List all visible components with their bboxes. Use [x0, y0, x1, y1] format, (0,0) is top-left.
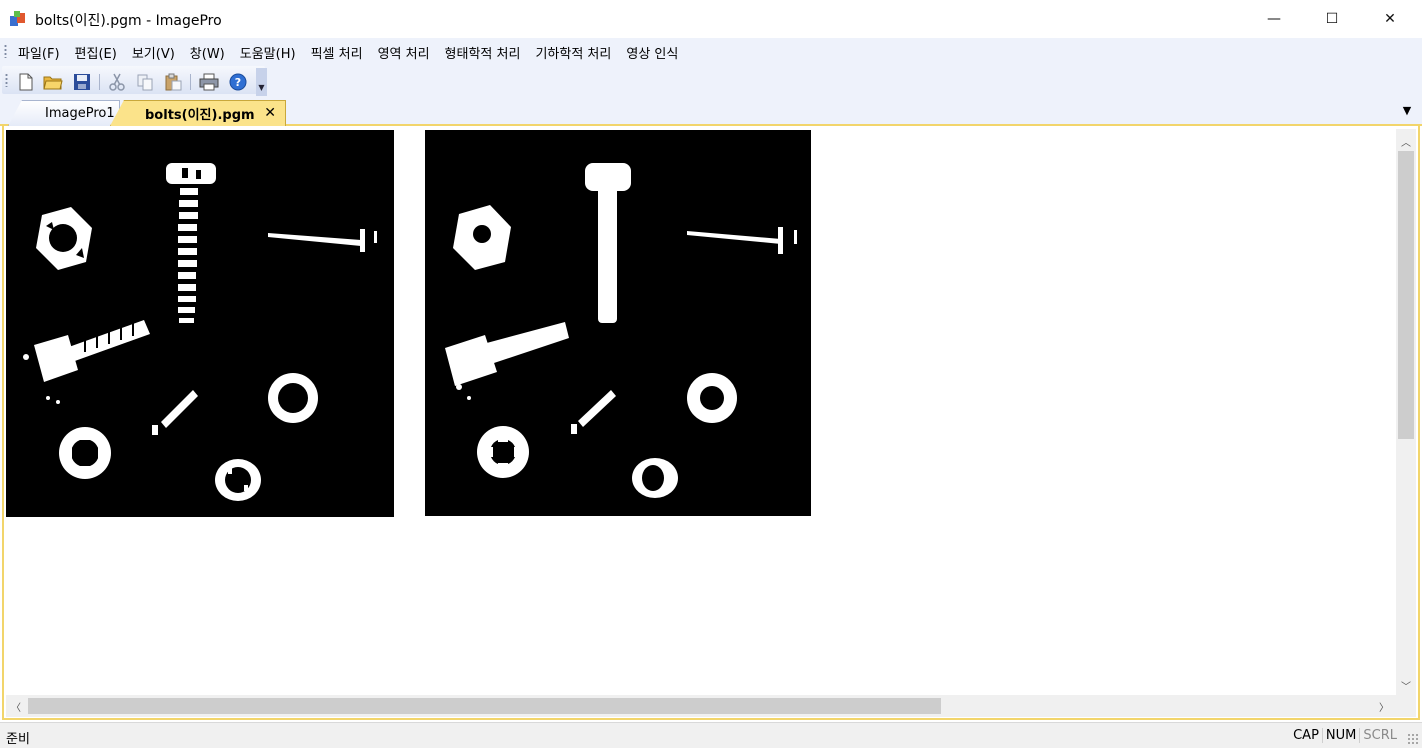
- cut-icon: [109, 73, 125, 91]
- paste-button[interactable]: [163, 72, 183, 92]
- document-tab-strip: ImagePro1 bolts(이진).pgm ✕: [0, 96, 1422, 126]
- window-title: bolts(이진).pgm - ImagePro: [35, 13, 222, 29]
- tab-list-dropdown-icon[interactable]: ▼: [1400, 104, 1414, 118]
- print-icon: [199, 73, 219, 91]
- save-button[interactable]: [72, 72, 92, 92]
- toolbar-grip[interactable]: [5, 73, 8, 87]
- new-button[interactable]: [16, 72, 36, 92]
- toolbar-overflow-chevron-icon[interactable]: ▼: [256, 68, 267, 96]
- menu-help[interactable]: 도움말(H): [240, 43, 296, 62]
- status-bar: 준비 CAP NUM SCRL: [0, 722, 1422, 748]
- menu-image-recognition[interactable]: 영상 인식: [626, 43, 678, 62]
- cut-button[interactable]: [107, 72, 127, 92]
- binary-image-original: [6, 130, 394, 517]
- tab-label: bolts(이진).pgm: [145, 108, 255, 123]
- scroll-right-icon[interactable]: 〉: [1374, 695, 1394, 717]
- bolts-processed-image: [445, 163, 797, 498]
- open-button[interactable]: [43, 72, 63, 92]
- close-icon: ✕: [1384, 11, 1396, 27]
- scroll-left-icon[interactable]: 〈: [6, 695, 26, 717]
- menu-area-processing[interactable]: 영역 처리: [378, 43, 430, 62]
- scroll-down-icon[interactable]: ﹀: [1396, 675, 1416, 695]
- image-canvas[interactable]: [6, 129, 1394, 695]
- scrollbar-corner: [1396, 695, 1416, 717]
- horizontal-scrollbar[interactable]: 〈 〉: [6, 695, 1396, 717]
- tab-imagepro1[interactable]: ImagePro1: [8, 100, 120, 126]
- minimize-icon: —: [1267, 11, 1281, 27]
- binary-image-processed: [425, 130, 811, 516]
- close-window-button[interactable]: ✕: [1361, 0, 1419, 38]
- menu-window[interactable]: 창(W): [190, 43, 225, 62]
- vertical-scrollbar[interactable]: ︿ ﹀: [1396, 129, 1416, 695]
- maximize-button[interactable]: ☐: [1303, 0, 1361, 38]
- paste-icon: [165, 73, 182, 91]
- svg-text:?: ?: [235, 76, 241, 89]
- menu-geometric-processing[interactable]: 기하학적 처리: [535, 43, 611, 62]
- toolbar: ? ▼: [0, 64, 1422, 96]
- menu-morphology-processing[interactable]: 형태학적 처리: [445, 43, 521, 62]
- scroll-lock-indicator: SCRL: [1359, 728, 1400, 743]
- resize-grip-icon[interactable]: [1407, 733, 1419, 745]
- menu-bar: 파일(F) 편집(E) 보기(V) 창(W) 도움말(H) 픽셀 처리 영역 처…: [0, 38, 1422, 64]
- key-indicators: CAP NUM SCRL: [1290, 728, 1400, 743]
- print-button[interactable]: [199, 72, 219, 92]
- menu-edit[interactable]: 편집(E): [75, 43, 117, 62]
- tab-close-icon[interactable]: ✕: [264, 105, 276, 121]
- menu-file[interactable]: 파일(F): [18, 43, 60, 62]
- minimize-button[interactable]: —: [1245, 0, 1303, 38]
- help-button[interactable]: ?: [228, 72, 248, 92]
- maximize-icon: ☐: [1325, 11, 1339, 27]
- copy-icon: [137, 74, 153, 91]
- toolbar-separator: [190, 74, 191, 90]
- horizontal-scroll-thumb[interactable]: [28, 698, 941, 714]
- save-disk-icon: [74, 74, 90, 90]
- status-text: 준비: [6, 732, 30, 747]
- open-folder-icon: [43, 76, 63, 90]
- num-lock-indicator: NUM: [1321, 728, 1359, 743]
- vertical-scroll-thumb[interactable]: [1398, 151, 1414, 439]
- tab-label: ImagePro1: [45, 106, 115, 121]
- toolbar-separator: [99, 74, 100, 90]
- scroll-up-icon[interactable]: ︿: [1396, 131, 1416, 151]
- new-document-icon: [19, 73, 33, 91]
- help-icon: ?: [229, 73, 247, 91]
- tab-bolts-binary[interactable]: bolts(이진).pgm ✕: [110, 100, 286, 126]
- menu-view[interactable]: 보기(V): [132, 43, 175, 62]
- menu-grip[interactable]: [4, 44, 7, 58]
- menu-pixel-processing[interactable]: 픽셀 처리: [311, 43, 363, 62]
- copy-button[interactable]: [135, 72, 155, 92]
- app-icon: [10, 11, 25, 26]
- title-bar: bolts(이진).pgm - ImagePro — ☐ ✕: [0, 0, 1422, 38]
- caps-lock-indicator: CAP: [1293, 728, 1319, 743]
- standard-toolbar: ? ▼: [2, 66, 267, 96]
- bolts-binary-image: [23, 163, 377, 501]
